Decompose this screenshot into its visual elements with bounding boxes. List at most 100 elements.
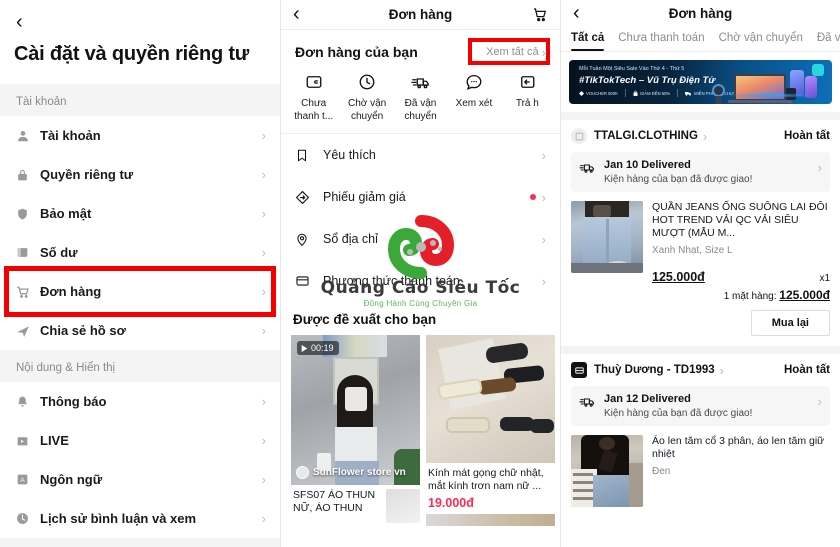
menu-item-so-dia-chi[interactable]: Sổ địa chỉ › xyxy=(281,218,560,260)
menu-item-yeu-thich[interactable]: Yêu thích › xyxy=(281,134,560,176)
product-variant-thumbnail[interactable] xyxy=(386,489,420,523)
sidebar-item-so-du[interactable]: Số dư › xyxy=(0,233,280,272)
tab-chua-thanh-toan[interactable]: Chưa thanh toán xyxy=(618,32,704,51)
orders-menu-list: Yêu thích › Phiếu giảm giá › Sổ địa chỉ … xyxy=(281,134,560,302)
page-title: Cài đặt và quyền riêng tư xyxy=(14,43,250,65)
truck-icon xyxy=(394,70,447,94)
settings-group-account: Tài khoản › Quyền riêng tư › Bảo mật › S… xyxy=(0,116,280,350)
shop-badge[interactable]: SunFlower store vn xyxy=(296,466,406,479)
status-tra-hang[interactable]: Trả h xyxy=(501,70,554,123)
sidebar-item-lich-su[interactable]: Lịch sử bình luận và xem › xyxy=(0,499,280,538)
status-cho-van-chuyen[interactable]: Chờ vận chuyển xyxy=(340,70,393,123)
sidebar-item-label: Bảo mật xyxy=(40,206,92,221)
order-status-shortcuts: Chưa thanh t... Chờ vận chuyển Đã vận chuyể… xyxy=(281,68,560,134)
sidebar-item-quyen-rieng-tu[interactable]: Quyền riêng tư › xyxy=(0,155,280,194)
menu-item-label: Phương thức thanh toán xyxy=(323,274,460,288)
product-title: QUẦN JEANS ỐNG SUÔNG LAI ĐÔI HOT TREND V… xyxy=(652,201,828,239)
language-icon: A xyxy=(16,473,38,486)
order-card: Thuỳ Dương - TD1993 › Hoàn tất Jan 12 De… xyxy=(561,346,840,507)
screenshot-root: ‹ Cài đặt và quyền riêng tư Tài khoản Tà… xyxy=(0,0,840,547)
order-product-row[interactable]: QUẦN JEANS ỐNG SUÔNG LAI ĐÔI HOT TREND V… xyxy=(571,192,830,284)
chevron-right-icon: › xyxy=(261,394,266,409)
sidebar-item-thong-bao[interactable]: Thông báo › xyxy=(0,382,280,421)
share-icon xyxy=(16,324,38,338)
lock-icon xyxy=(16,168,38,182)
chevron-left-icon: ‹ xyxy=(16,11,23,33)
product-title: SFS07 ÁO THUN NỮ, ÁO THUN xyxy=(293,489,376,514)
sidebar-item-label: Tài khoản xyxy=(40,128,101,143)
lock-icon xyxy=(633,90,638,96)
menu-item-phuong-thuc-thanh-toan[interactable]: Phương thức thanh toán › xyxy=(281,260,560,302)
settings-screen: ‹ Cài đặt và quyền riêng tư Tài khoản Tà… xyxy=(0,0,280,547)
sidebar-item-bao-mat[interactable]: Bảo mật › xyxy=(0,194,280,233)
shipping-status-row[interactable]: Jan 12 Delivered Kiện hàng của bạn đã đư… xyxy=(571,386,830,426)
back-button[interactable]: ‹ xyxy=(293,4,323,25)
chevron-right-icon: › xyxy=(541,189,546,205)
chevron-left-icon: ‹ xyxy=(293,3,300,25)
reco-grid: 00:19 SunFlower store vn SFS07 ÁO THUN N… xyxy=(281,335,560,526)
sidebar-item-label: Chia sẻ hồ sơ xyxy=(40,323,126,338)
view-all-button[interactable]: Xem tất cả › xyxy=(486,46,546,59)
status-da-van-chuyen[interactable]: Đã vận chuyển xyxy=(394,70,447,123)
status-xem-xet[interactable]: Xem xét xyxy=(447,70,500,123)
chevron-right-icon: › xyxy=(541,147,546,163)
cart-icon xyxy=(16,285,38,299)
back-button[interactable]: ‹ xyxy=(14,8,266,43)
menu-item-phieu-giam-gia[interactable]: Phiếu giảm giá › xyxy=(281,176,560,218)
comment-icon xyxy=(447,70,500,94)
sidebar-item-tai-khoan[interactable]: Tài khoản › xyxy=(0,116,280,155)
tab-tat-ca[interactable]: Tất cả xyxy=(571,32,605,51)
location-icon xyxy=(295,232,323,247)
chevron-right-icon: › xyxy=(261,128,266,143)
menu-item-label: Phiếu giảm giá xyxy=(323,190,406,204)
sidebar-item-label: Lịch sử bình luận và xem xyxy=(40,511,197,526)
sidebar-item-ngon-ngu[interactable]: A Ngôn ngữ › xyxy=(0,460,280,499)
order-status-badge: Hoàn tất xyxy=(784,364,830,376)
cart-button[interactable] xyxy=(518,7,548,23)
svg-text:A: A xyxy=(20,477,25,484)
sidebar-item-live[interactable]: LIVE › xyxy=(0,421,280,460)
order-shop-row[interactable]: TTALGI.CLOTHING › Hoàn tất xyxy=(571,120,830,152)
product-price-row: 125.000đ x1 xyxy=(652,270,830,284)
status-label-line2: thanh t... xyxy=(294,111,334,122)
divider xyxy=(624,89,626,97)
shipping-subtitle: Kiện hàng của bạn đã được giao! xyxy=(604,174,753,185)
order-product-row[interactable]: Áo len tăm cổ 3 phân, áo len tăm giữ nhi… xyxy=(571,426,830,507)
chevron-right-icon: › xyxy=(261,323,266,338)
tab-cho-van-chuyen[interactable]: Chờ vận chuyển xyxy=(719,32,803,51)
product-info: QUẦN JEANS ỐNG SUÔNG LAI ĐÔI HOT TREND V… xyxy=(652,201,830,284)
chevron-right-icon: › xyxy=(817,160,822,175)
chevron-left-icon: ‹ xyxy=(573,1,580,24)
wallet-card-icon xyxy=(287,70,340,94)
product-variant: Đen xyxy=(652,466,671,477)
product-price: 125.000đ xyxy=(652,270,705,284)
store-icon xyxy=(571,362,587,378)
banner-device-art xyxy=(706,64,826,104)
settings-header: ‹ Cài đặt và quyền riêng tư xyxy=(0,0,280,84)
shipping-status-row[interactable]: Jan 10 Delivered Kiện hàng của bạn đã đư… xyxy=(571,152,830,192)
order-total-label: 1 mặt hàng: xyxy=(723,291,777,302)
tiktok-shop-icon xyxy=(812,64,824,76)
sidebar-item-chia-se-ho-so[interactable]: Chia sẻ hồ sơ › xyxy=(0,311,280,350)
product-card-video[interactable]: 00:19 SunFlower store vn SFS07 ÁO THUN N… xyxy=(291,335,420,526)
order-shop-row[interactable]: Thuỳ Dương - TD1993 › Hoàn tất xyxy=(571,354,830,386)
return-box-icon xyxy=(501,70,554,94)
chevron-right-icon: › xyxy=(261,472,266,487)
sidebar-item-don-hang[interactable]: Đơn hàng › xyxy=(0,266,280,317)
status-label-line1: Trả h xyxy=(515,98,539,109)
product-card-sunglasses[interactable]: Kính mát gọng chữ nhật, mắt kính trơn na… xyxy=(426,335,555,526)
back-button[interactable]: ‹ xyxy=(573,3,603,24)
tab-da-van-chuyen[interactable]: Đã v xyxy=(817,32,840,51)
cart-icon xyxy=(534,7,547,21)
live-icon xyxy=(16,434,38,447)
order-list-screen: ‹ Đơn hàng Tất cả Chưa thanh toán Chờ vậ… xyxy=(560,0,840,547)
chevron-right-icon: › xyxy=(719,362,724,378)
chevron-right-icon: › xyxy=(702,128,708,144)
person-icon xyxy=(16,129,38,143)
chevron-right-icon: › xyxy=(261,167,266,182)
order-total-value: 125.000đ xyxy=(779,288,830,302)
status-chua-thanh-toan[interactable]: Chưa thanh t... xyxy=(287,70,340,123)
promo-banner[interactable]: Mỗi Tuần Một Siêu Sale Vào Thứ 4 - Thứ 5… xyxy=(569,60,832,104)
bell-icon xyxy=(16,395,38,409)
buy-again-button[interactable]: Mua lại xyxy=(750,310,830,336)
